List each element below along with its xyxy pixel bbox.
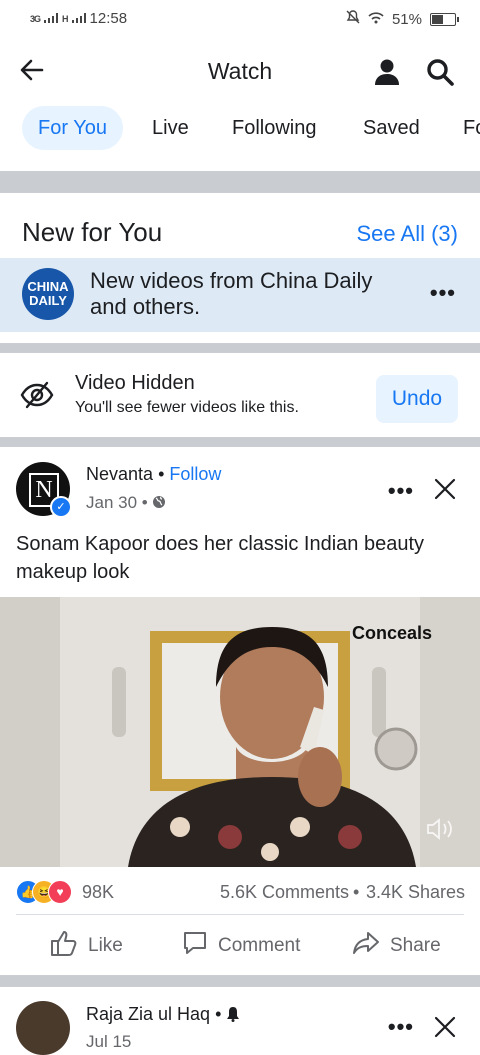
like-button[interactable]: Like [50, 930, 123, 962]
china-daily-logo: CHINA DAILY [22, 268, 74, 320]
like-label: Like [88, 935, 123, 956]
profile-icon[interactable] [374, 58, 400, 91]
post-header-line: Nevanta • Follow [86, 464, 222, 484]
action-divider [16, 914, 464, 915]
share-icon [352, 930, 380, 962]
wifi-icon [368, 11, 384, 28]
video-overlay-text: Conceals [352, 623, 433, 643]
tab-more[interactable]: Fo [447, 106, 480, 150]
follow-link[interactable]: Follow [169, 464, 221, 484]
shares-count[interactable]: 3.4K Shares [366, 882, 465, 903]
next-post-date: Jul 15 [86, 1032, 132, 1051]
status-time: 12:58 [89, 10, 128, 27]
network-label-1: 3G [30, 13, 41, 24]
comments-count[interactable]: 5.6K Comments [220, 882, 349, 903]
tab-live[interactable]: Live [136, 106, 205, 150]
logo-text-1: CHINA [27, 279, 69, 294]
next-author-name[interactable]: Raja Zia ul Haq [86, 1004, 210, 1024]
close-icon[interactable] [434, 478, 456, 505]
new-for-you-title: New for You [22, 217, 163, 247]
next-post-header: Raja Zia ul Haq • [86, 1004, 240, 1025]
eye-slash-icon [20, 380, 54, 415]
author-name[interactable]: Nevanta [86, 464, 153, 484]
post-date-line: Jan 30 • [86, 493, 166, 513]
next-post-more-icon[interactable]: ••• [388, 1014, 414, 1040]
volume-icon[interactable] [426, 817, 454, 846]
post-date: Jan 30 [86, 493, 138, 512]
reactions-count[interactable]: 98K [82, 882, 114, 903]
section-divider-4 [0, 975, 480, 987]
video-hidden-title: Video Hidden [75, 372, 195, 394]
section-divider [0, 171, 480, 193]
author-avatar[interactable]: N ✓ [16, 462, 72, 518]
tab-saved[interactable]: Saved [347, 106, 436, 150]
post-more-icon[interactable]: ••• [388, 478, 414, 504]
undo-button[interactable]: Undo [376, 375, 458, 423]
section-divider-2 [0, 343, 480, 353]
globe-icon [152, 493, 166, 512]
network-label-2: H [62, 13, 68, 24]
video-hidden-subtitle: You'll see fewer videos like this. [75, 399, 299, 416]
section-divider-3 [0, 437, 480, 447]
comment-icon [182, 930, 208, 962]
mute-icon [346, 10, 360, 28]
next-author-avatar[interactable] [16, 1001, 70, 1055]
post-caption: Sonam Kapoor does her classic Indian bea… [16, 533, 425, 583]
next-post-close-icon[interactable] [434, 1016, 456, 1043]
video-player[interactable]: Conceals [0, 597, 480, 867]
tab-following[interactable]: Following [216, 106, 332, 150]
bell-icon[interactable] [226, 1004, 240, 1024]
share-label: Share [390, 935, 441, 956]
page-title: Watch [207, 58, 273, 84]
tab-bar: For You Live Following Saved Fo [0, 106, 480, 152]
battery-icon [430, 12, 459, 26]
search-icon[interactable] [426, 58, 454, 91]
tab-for-you[interactable]: For You [22, 106, 123, 150]
love-reaction-icon: ♥ [48, 880, 72, 904]
reactions-row: 👍 😆 ♥ 98K 5.6K Comments • 3.4K Shares [16, 878, 466, 906]
more-options-icon[interactable]: ••• [430, 280, 456, 306]
new-videos-text: New videos from China Daily and others. [90, 268, 373, 319]
battery-percent: 51% [391, 10, 422, 28]
signal-icon-2 [71, 10, 86, 27]
signal-icon [44, 10, 59, 27]
thumbs-up-icon [50, 930, 78, 962]
status-bar: 3G H 12:58 51% [0, 0, 480, 40]
see-all-link[interactable]: See All (3) [357, 221, 459, 247]
comment-button[interactable]: Comment [182, 930, 300, 962]
share-button[interactable]: Share [352, 930, 441, 962]
verified-icon: ✓ [50, 496, 72, 518]
header: Watch [0, 44, 480, 100]
logo-text-2: DAILY [29, 293, 67, 308]
comment-label: Comment [218, 935, 301, 956]
